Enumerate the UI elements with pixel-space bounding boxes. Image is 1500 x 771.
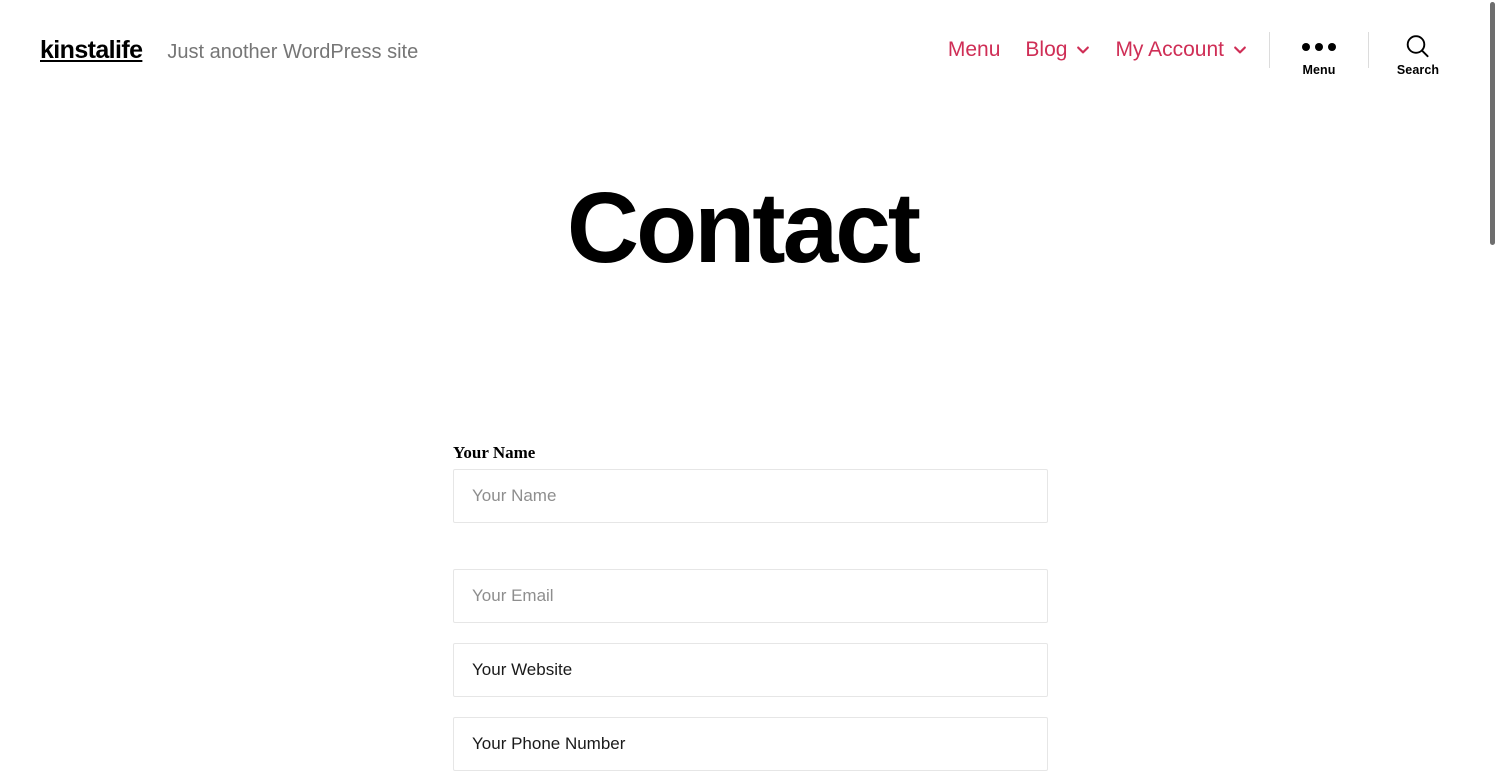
your-website-input[interactable] xyxy=(453,643,1048,697)
site-description: Just another WordPress site xyxy=(167,41,419,63)
search-icon xyxy=(1403,32,1433,62)
nav-item-blog[interactable]: Blog xyxy=(1025,39,1090,60)
your-name-input[interactable] xyxy=(453,469,1048,523)
primary-menu: Menu Blog My Account xyxy=(948,32,1247,66)
nav-item-my-account[interactable]: My Account xyxy=(1115,39,1247,60)
form-field-your-email xyxy=(453,569,1048,623)
nav-link-my-account[interactable]: My Account xyxy=(1115,39,1224,60)
nav-item-menu[interactable]: Menu xyxy=(948,39,1001,60)
menu-toggle-button[interactable]: Menu xyxy=(1292,32,1346,77)
form-field-your-name: Your Name xyxy=(453,444,1048,523)
page-scrollbar-thumb[interactable] xyxy=(1490,2,1495,245)
chevron-down-icon[interactable] xyxy=(1233,43,1247,57)
site-branding: kinstalife Just another WordPress site xyxy=(40,0,418,63)
your-email-input[interactable] xyxy=(453,569,1048,623)
site-header: kinstalife Just another WordPress site M… xyxy=(0,0,1485,100)
page-title: Contact xyxy=(566,172,921,284)
header-divider xyxy=(1269,32,1270,68)
chevron-down-icon[interactable] xyxy=(1076,43,1090,57)
contact-form: Your Name xyxy=(453,444,1048,771)
header-navigation-area: Menu Blog My Account Menu Search xyxy=(948,0,1445,77)
entry-header: Contact xyxy=(0,178,1485,278)
menu-toggle-label: Menu xyxy=(1302,63,1336,77)
field-label-your-name: Your Name xyxy=(453,443,536,462)
nav-link-blog[interactable]: Blog xyxy=(1025,39,1067,60)
nav-link-menu[interactable]: Menu xyxy=(948,39,1001,60)
search-toggle-label: Search xyxy=(1396,63,1440,77)
page-scrollbar-track[interactable] xyxy=(1485,0,1500,763)
header-divider xyxy=(1368,32,1369,68)
site-title[interactable]: kinstalife xyxy=(40,38,143,63)
form-field-your-website xyxy=(453,643,1048,697)
three-dots-icon xyxy=(1302,32,1336,62)
search-toggle-button[interactable]: Search xyxy=(1391,32,1445,77)
